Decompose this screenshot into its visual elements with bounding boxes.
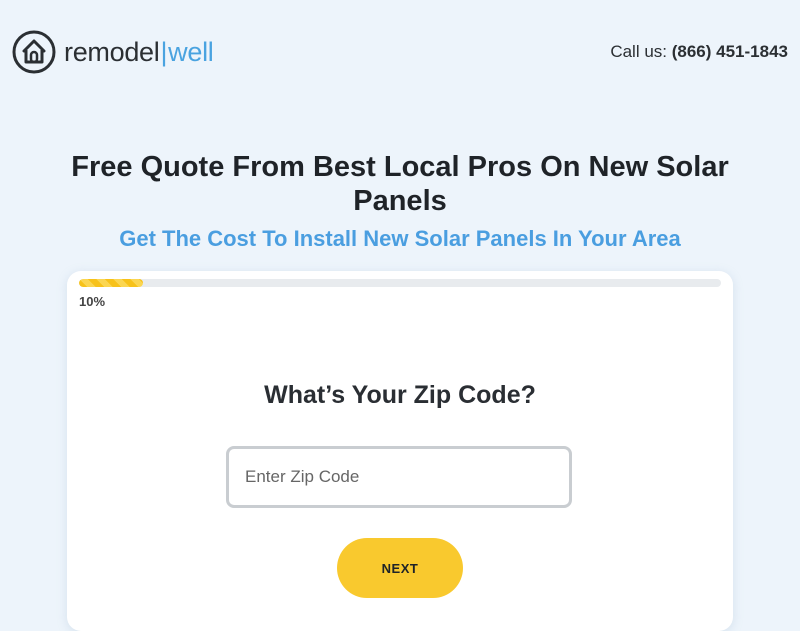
phone-number-link[interactable]: (866) 451-1843 [672,42,788,61]
logo[interactable]: remodel|well [12,30,214,74]
form-question: What’s Your Zip Code? [264,381,536,409]
house-icon [12,30,56,74]
logo-wordmark: remodel|well [64,36,214,67]
logo-word-well: well [168,36,214,67]
quote-form-card: 10% What’s Your Zip Code? NEXT [67,271,733,631]
phone-prefix: Call us: [610,42,667,61]
logo-word-remodel: remodel [64,36,160,67]
next-button[interactable]: NEXT [337,538,463,598]
phone-contact: Call us: (866) 451-1843 [610,42,788,62]
site-header: remodel|well Call us: (866) 451-1843 [0,0,800,104]
zip-code-input[interactable] [226,446,572,508]
progress-bar [79,279,721,287]
progress-label: 10% [79,294,106,309]
progress-bar-fill [79,279,144,287]
page-title: Free Quote From Best Local Pros On New S… [71,151,729,217]
logo-separator: | [160,36,168,67]
page-subtitle: Get The Cost To Install New Solar Panels… [119,226,681,251]
